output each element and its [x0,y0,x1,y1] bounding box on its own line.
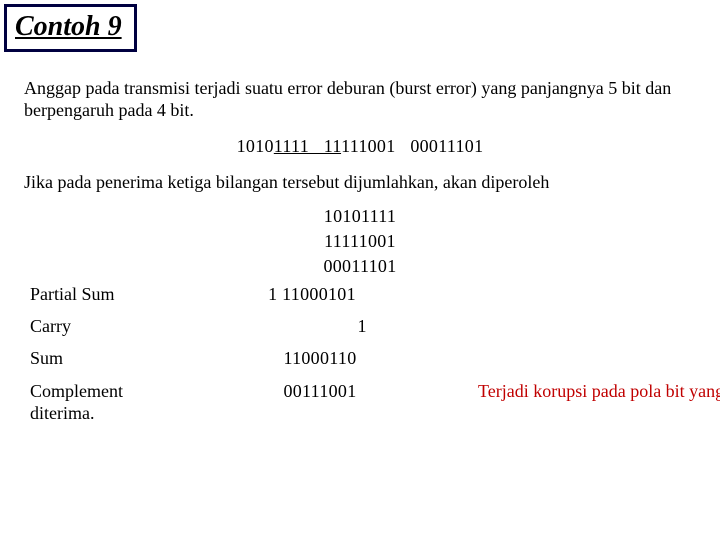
document-page: Contoh 9 Anggap pada transmisi terjadi s… [0,0,720,425]
result-rows: Partial Sum 1 11000101 Carry 1 Sum 11000… [24,284,696,425]
sum-paragraph: Jika pada penerima ketiga bilangan terse… [24,172,696,194]
label-carry: Carry [30,316,180,338]
bits-plain: 1010 [237,136,274,156]
label-partial-sum: Partial Sum [30,284,180,306]
value-sum: 11000110 [180,348,460,370]
row-carry: Carry 1 [30,316,696,338]
row-complement: Complement diterima. 00111001 Terjadi ko… [30,380,696,425]
document-body: Anggap pada transmisi terjadi suatu erro… [0,52,720,425]
addends-stack: 10101111 11111001 00011101 [24,206,696,278]
value-partial-sum: 1 11000101 [172,284,452,306]
value-carry: 1 [180,316,460,338]
label-sum: Sum [30,348,180,370]
addend-1: 10101111 [24,206,696,228]
row-partial-sum: Partial Sum 1 11000101 [30,284,696,306]
bits-underlined: 1111 11 [274,136,341,156]
bits-tail: 111001 00011101 [341,136,483,156]
three-bit-words: 10101111 11111001 00011101 [24,136,696,158]
example-title: Contoh 9 [15,11,122,42]
corruption-note: Terjadi korupsi pada pola bit yang [478,381,720,403]
addend-2: 11111001 [24,231,696,253]
label-complement: Complement diterima. [30,380,180,425]
intro-paragraph: Anggap pada transmisi terjadi suatu erro… [24,78,696,122]
row-sum: Sum 11000110 [30,348,696,370]
title-box: Contoh 9 [4,4,137,52]
addend-3: 00011101 [24,256,696,278]
value-complement: 00111001 [180,381,460,403]
